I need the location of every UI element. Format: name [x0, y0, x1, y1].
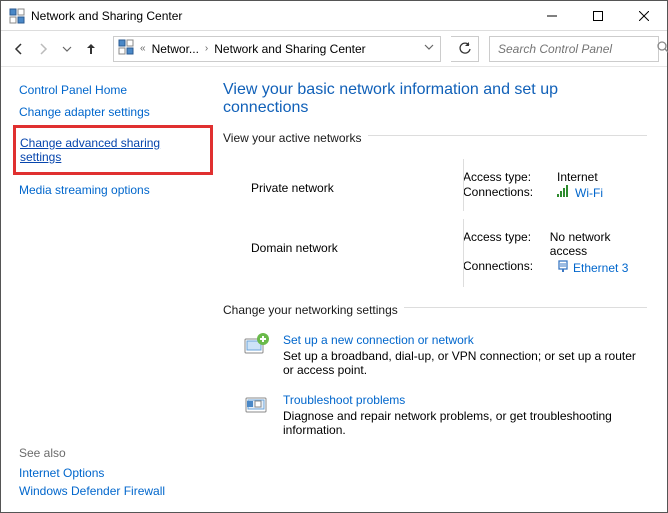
search-input[interactable]	[496, 41, 657, 57]
media-streaming-link[interactable]: Media streaming options	[19, 183, 207, 197]
setup-connection-link[interactable]: Set up a new connection or network	[283, 333, 647, 347]
access-type-label: Access type:	[463, 230, 546, 258]
change-settings-header: Change your networking settings	[223, 303, 398, 317]
chevron-right-icon[interactable]: ›	[203, 43, 210, 54]
firewall-link[interactable]: Windows Defender Firewall	[19, 484, 207, 498]
task-item: Troubleshoot problems Diagnose and repai…	[223, 387, 647, 447]
troubleshoot-link[interactable]: Troubleshoot problems	[283, 393, 647, 407]
link-text-line: settings	[20, 150, 61, 164]
access-type-value: Internet	[557, 170, 598, 184]
internet-options-link[interactable]: Internet Options	[19, 466, 207, 480]
network-name: Private network	[251, 169, 463, 195]
task-description: Set up a broadband, dial-up, or VPN conn…	[283, 349, 647, 377]
network-name: Domain network	[251, 229, 463, 255]
divider	[368, 135, 647, 136]
search-icon[interactable]	[657, 41, 668, 57]
connection-name: Ethernet 3	[573, 261, 628, 275]
address-bar[interactable]: « Networ... › Network and Sharing Center	[113, 36, 441, 62]
troubleshoot-icon	[243, 393, 273, 419]
task-item: Set up a new connection or network Set u…	[223, 327, 647, 387]
task-description: Diagnose and repair network problems, or…	[283, 409, 647, 437]
content-pane: View your basic network information and …	[217, 67, 667, 512]
search-box[interactable]	[489, 36, 659, 62]
network-entry: Private network Access type: Internet Co…	[223, 155, 647, 215]
chevron-down-icon[interactable]	[422, 42, 436, 55]
active-networks-header: View your active networks	[223, 131, 362, 145]
titlebar: Network and Sharing Center	[1, 1, 667, 31]
toolbar: « Networ... › Network and Sharing Center	[1, 31, 667, 67]
change-adapter-settings-link[interactable]: Change adapter settings	[19, 105, 207, 119]
chevron-left-icon[interactable]: «	[138, 43, 148, 54]
close-button[interactable]	[621, 1, 667, 31]
network-center-icon	[118, 39, 134, 58]
link-text-line: Change advanced sharing	[20, 136, 160, 150]
up-button[interactable]	[81, 39, 101, 59]
access-type-value: No network access	[550, 230, 643, 258]
back-button[interactable]	[9, 39, 29, 59]
divider	[404, 307, 647, 308]
change-advanced-sharing-link[interactable]: Change advanced sharing settings	[20, 136, 206, 164]
network-entry: Domain network Access type: No network a…	[223, 215, 647, 291]
connection-name: Wi-Fi	[575, 186, 603, 200]
connections-label: Connections:	[463, 185, 553, 200]
network-center-icon	[9, 8, 25, 24]
recent-dropdown[interactable]	[57, 39, 77, 59]
connection-link[interactable]: Wi-Fi	[557, 185, 603, 200]
breadcrumb-part[interactable]: Network and Sharing Center	[214, 42, 365, 56]
forward-button[interactable]	[33, 39, 53, 59]
see-also-header: See also	[19, 446, 207, 460]
connection-link[interactable]: Ethernet 3	[557, 259, 628, 276]
ethernet-icon	[557, 259, 569, 276]
sidebar: Control Panel Home Change adapter settin…	[1, 67, 217, 512]
maximize-button[interactable]	[575, 1, 621, 31]
access-type-label: Access type:	[463, 170, 553, 184]
control-panel-home-link[interactable]: Control Panel Home	[19, 83, 207, 97]
highlighted-link-box: Change advanced sharing settings	[13, 125, 213, 175]
refresh-button[interactable]	[451, 36, 479, 62]
new-connection-icon	[243, 333, 273, 359]
wifi-signal-icon	[557, 185, 571, 200]
window-title: Network and Sharing Center	[31, 9, 182, 23]
minimize-button[interactable]	[529, 1, 575, 31]
breadcrumb-part[interactable]: Networ...	[152, 42, 199, 56]
page-heading: View your basic network information and …	[223, 81, 647, 117]
connections-label: Connections:	[463, 259, 553, 276]
